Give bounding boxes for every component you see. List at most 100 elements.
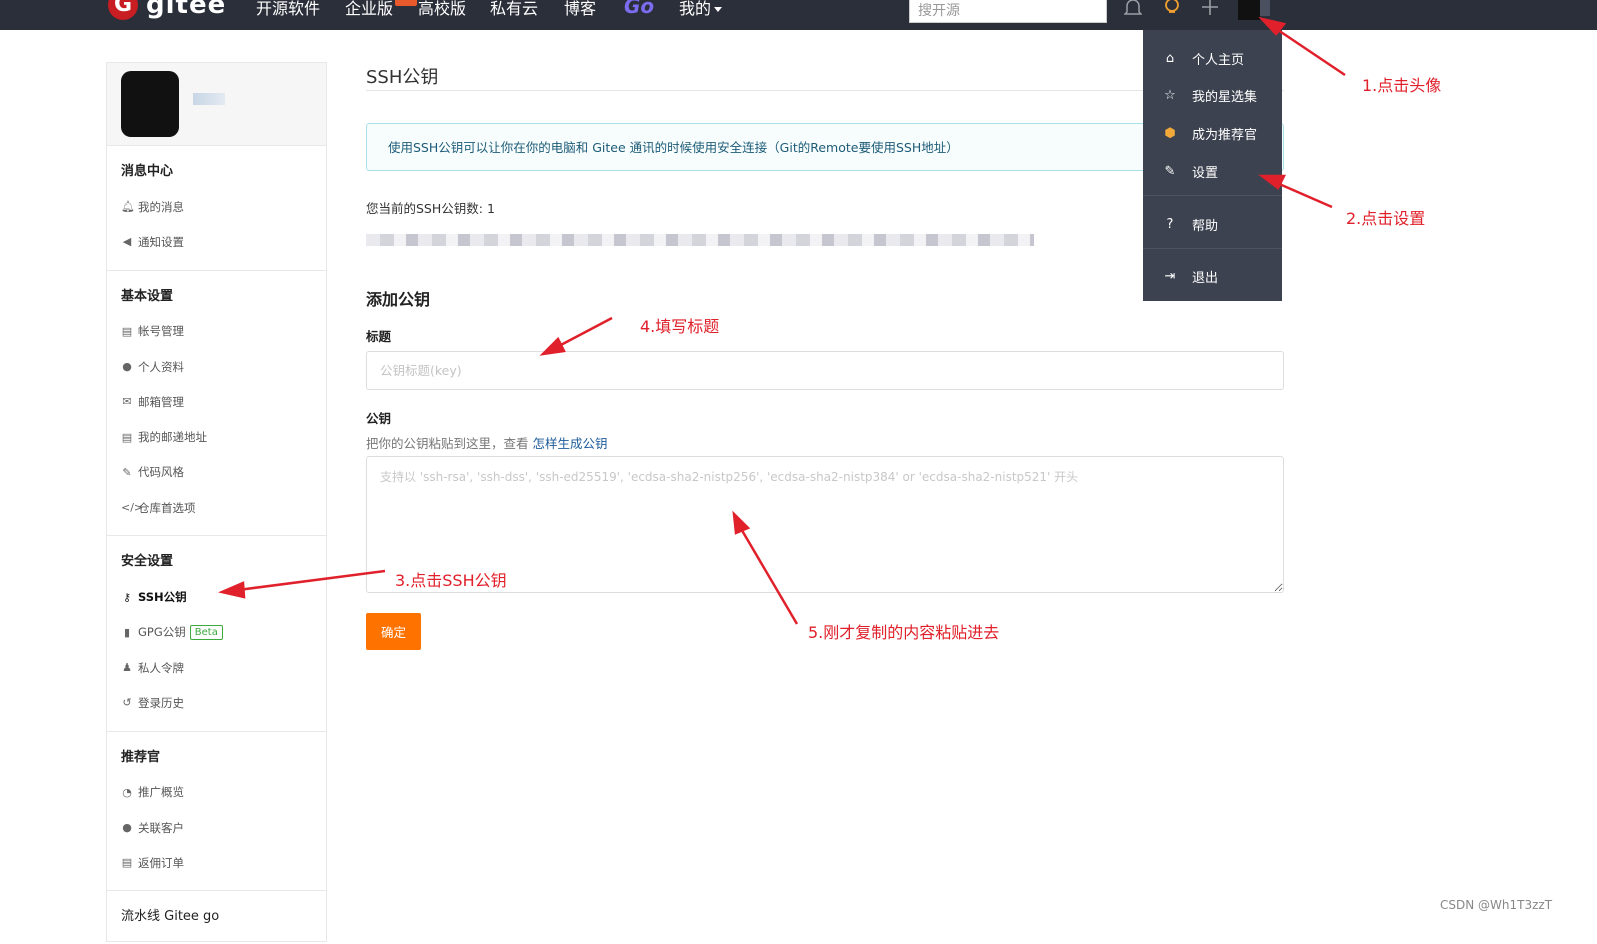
sidebar-item-gpg-keys[interactable]: ▮ GPG公钥 Beta xyxy=(121,615,326,650)
users-icon: ● xyxy=(122,821,132,834)
existing-key-blurred xyxy=(366,234,1034,246)
sidebar-item-label: 通知设置 xyxy=(138,234,184,249)
nav-open-source[interactable]: 开源软件 xyxy=(256,0,320,18)
sidebar-item-ssh-keys[interactable]: ⚷ SSH公钥 xyxy=(121,579,326,614)
confirm-button[interactable]: 确定 xyxy=(366,613,421,650)
user-avatar-button[interactable] xyxy=(1238,0,1270,20)
sidebar-item-linked-customers[interactable]: ● 关联客户 xyxy=(121,810,326,845)
home-icon: ⌂ xyxy=(1165,50,1175,66)
sidebar-item-label: 我的消息 xyxy=(138,199,184,214)
code-icon: </> xyxy=(121,501,144,515)
logout-icon: ⇥ xyxy=(1164,268,1176,284)
title-label: 标题 xyxy=(366,329,392,344)
gitee-badge-icon: ⬢ xyxy=(1164,125,1176,141)
nav-mine-label: 我的 xyxy=(679,0,712,18)
sidebar-item-label: SSH公钥 xyxy=(138,590,187,605)
sidebar-group-security: 安全设置 ⚷ SSH公钥 ▮ GPG公钥 Beta ♟ 私人令牌 ↺ 登录历史 xyxy=(107,536,326,732)
annotation-step-5: 5.刚才复制的内容粘贴进去 xyxy=(808,623,1000,642)
nav-blog[interactable]: 博客 xyxy=(564,0,596,18)
sidebar-group-recommender: 推荐官 ◔ 推广概览 ● 关联客户 ▤ 返佣订单 xyxy=(107,732,326,892)
key-hint-text: 把你的公钥粘贴到这里，查看 xyxy=(366,436,533,451)
sidebar-group-title: 基本设置 xyxy=(121,288,174,304)
sidebar-item-label: 邮箱管理 xyxy=(138,394,184,409)
sidebar-item-address[interactable]: ▤ 我的邮递地址 xyxy=(121,419,326,454)
sidebar-item-promotion-overview[interactable]: ◔ 推广概览 xyxy=(121,775,326,810)
menu-item-homepage[interactable]: ⌂ 个人主页 xyxy=(1143,44,1282,72)
menu-item-help[interactable]: ? 帮助 xyxy=(1143,210,1282,238)
menu-item-label: 我的星选集 xyxy=(1192,89,1258,105)
key-hint: 把你的公钥粘贴到这里，查看 怎样生成公钥 xyxy=(366,433,1284,452)
lock-icon: ▮ xyxy=(123,625,131,639)
annotation-step-3: 3.点击SSH公钥 xyxy=(395,571,507,590)
gitee-logo[interactable]: G gitee xyxy=(108,0,226,20)
sidebar-group-basic: 基本设置 ▤ 帐号管理 ● 个人资料 ✉ 邮箱管理 ▤ 我的邮递地址 ✎ 代码风格 </>… xyxy=(107,271,326,537)
menu-item-label: 帮助 xyxy=(1192,218,1219,234)
avatar[interactable] xyxy=(121,71,179,137)
sidebar-item-label: 我的邮递地址 xyxy=(138,430,207,445)
plus-icon[interactable] xyxy=(1201,0,1219,19)
menu-item-starred[interactable]: ☆ 我的星选集 xyxy=(1143,81,1282,109)
menu-item-logout[interactable]: ⇥ 退出 xyxy=(1143,262,1282,290)
sidebar-item-label: 帐号管理 xyxy=(138,324,184,339)
how-to-generate-key-link[interactable]: 怎样生成公钥 xyxy=(532,436,607,451)
chart-icon: ◔ xyxy=(122,785,132,799)
profile-card xyxy=(107,63,326,146)
sidebar-item-notification-settings[interactable]: ◀ 通知设置 xyxy=(121,224,326,259)
nav-private-cloud[interactable]: 私有云 xyxy=(490,0,538,18)
sidebar-group-title[interactable]: 流水线 Gitee go xyxy=(121,905,326,924)
edit-icon: ✎ xyxy=(1164,163,1176,179)
watermark: CSDN @Wh1T3zzT xyxy=(1440,898,1553,912)
beta-badge: Beta xyxy=(189,624,223,640)
menu-item-label: 设置 xyxy=(1192,165,1219,181)
sidebar-group-pipeline: 流水线 Gitee go xyxy=(107,891,326,944)
sidebar-group-title: 安全设置 xyxy=(121,554,174,570)
token-icon: ♟ xyxy=(122,661,132,675)
annotation-step-1: 1.点击头像 xyxy=(1362,76,1442,95)
sidebar-item-profile[interactable]: ● 个人资料 xyxy=(121,349,326,384)
order-icon: ▤ xyxy=(121,856,133,870)
profile-username-blurred xyxy=(193,93,225,105)
sidebar-item-email[interactable]: ✉ 邮箱管理 xyxy=(121,384,326,419)
sidebar-item-login-history[interactable]: ↺ 登录历史 xyxy=(121,685,326,720)
bell-icon: 🔔︎ xyxy=(121,200,135,214)
sidebar-item-label: GPG公钥 xyxy=(138,625,186,640)
sidebar-group-title: 推荐官 xyxy=(121,749,161,765)
nav-mine-dropdown[interactable]: 我的 xyxy=(679,0,723,18)
sidebar-item-label: 返佣订单 xyxy=(138,855,184,870)
gitee-logo-text: gitee xyxy=(146,0,227,20)
menu-item-settings[interactable]: ✎ 设置 xyxy=(1143,157,1282,185)
sidebar-item-commission-orders[interactable]: ▤ 返佣订单 xyxy=(121,845,326,880)
chevron-down-icon xyxy=(714,7,723,12)
sidebar-group-title: 消息中心 xyxy=(121,164,174,179)
brush-icon: ✎ xyxy=(122,465,132,479)
sidebar-item-my-messages[interactable]: 🔔︎ 我的消息 xyxy=(121,189,326,224)
annotation-step-4: 4.填写标题 xyxy=(640,317,720,336)
menu-item-label: 退出 xyxy=(1192,270,1219,286)
hot-badge xyxy=(395,0,417,6)
key-icon: ⚷ xyxy=(122,590,132,604)
sidebar-item-private-tokens[interactable]: ♟ 私人令牌 xyxy=(121,650,326,685)
annotation-step-2: 2.点击设置 xyxy=(1346,209,1426,228)
search-input[interactable] xyxy=(909,0,1107,23)
sidebar-item-code-style[interactable]: ✎ 代码风格 xyxy=(121,455,326,490)
sidebar-item-label: 推广概览 xyxy=(138,785,184,800)
key-title-input[interactable] xyxy=(366,351,1284,390)
settings-sidebar: 消息中心 🔔︎ 我的消息 ◀ 通知设置 基本设置 ▤ 帐号管理 ● 个人资料 ✉ 邮箱管理… xyxy=(106,62,327,942)
nav-gitee-go[interactable]: Go xyxy=(624,0,654,16)
menu-item-label: 个人主页 xyxy=(1192,52,1245,68)
sidebar-item-account[interactable]: ▤ 帐号管理 xyxy=(121,314,326,349)
nav-enterprise[interactable]: 企业版 xyxy=(345,0,393,18)
star-icon: ☆ xyxy=(1164,87,1176,103)
sidebar-item-label: 私人令牌 xyxy=(138,660,184,675)
sidebar-item-repo-preferences[interactable]: </> 仓库首选项 xyxy=(121,490,326,525)
menu-item-become-recommender[interactable]: ⬢ 成为推荐官 xyxy=(1143,119,1282,147)
user-dropdown-menu: ⌂ 个人主页 ☆ 我的星选集 ⬢ 成为推荐官 ✎ 设置 ? 帮助 ⇥ 退出 xyxy=(1143,30,1282,301)
address-card-icon: ▤ xyxy=(121,430,133,444)
bulb-icon[interactable] xyxy=(1163,0,1181,21)
sidebar-group-messages: 消息中心 🔔︎ 我的消息 ◀ 通知设置 xyxy=(107,146,326,271)
id-card-icon: ▤ xyxy=(121,324,133,338)
mail-icon: ✉ xyxy=(122,395,132,409)
sidebar-item-label: 代码风格 xyxy=(138,465,184,480)
nav-education[interactable]: 高校版 xyxy=(418,0,466,18)
bell-icon[interactable] xyxy=(1123,0,1143,21)
